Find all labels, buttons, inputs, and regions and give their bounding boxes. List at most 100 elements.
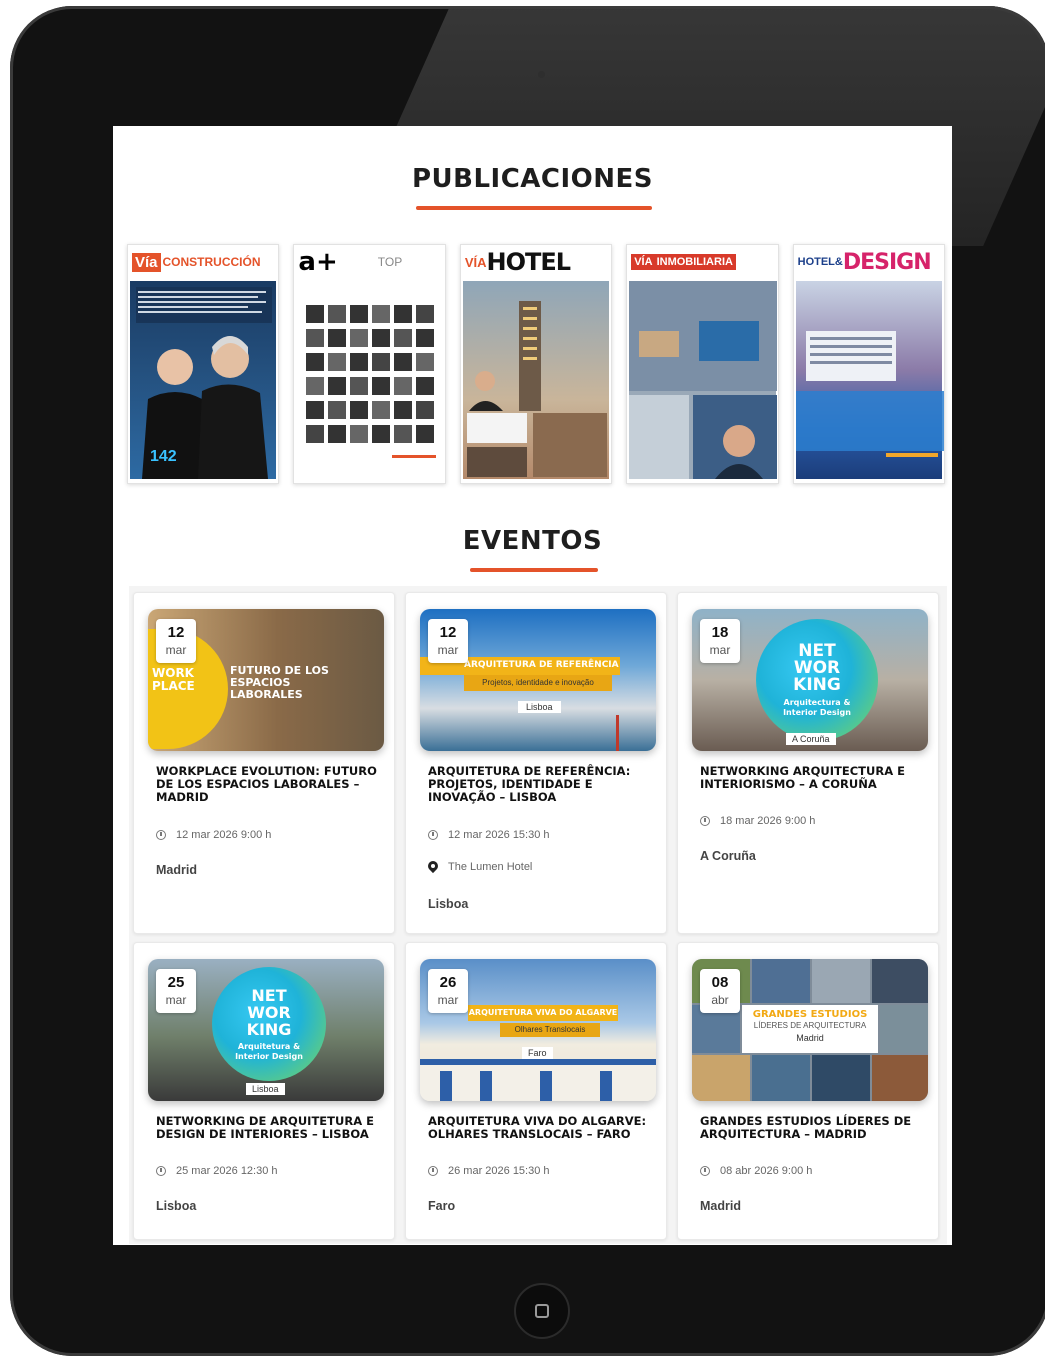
thumb-text: FUTURO DE LOS ESPACIOS LABORALES — [230, 664, 329, 701]
location-pin-icon — [428, 861, 438, 873]
date-month: mar — [437, 993, 459, 1007]
cover-image — [795, 281, 944, 479]
svg-text:142: 142 — [150, 448, 177, 465]
thumb-text: GRANDES ESTUDIOS — [752, 1009, 868, 1020]
publication-prefix: VÍA — [464, 254, 487, 270]
thumb-text: NET WOR KING — [246, 985, 292, 1039]
venue-text: The Lumen Hotel — [448, 861, 533, 873]
clock-icon — [156, 1166, 166, 1176]
thumb-subtext: LÍDERES DE ARQUITECTURA — [753, 1021, 867, 1030]
publication-header: Vía CONSTRUCCIÓN — [128, 245, 279, 279]
event-title[interactable]: GRANDES ESTUDIOS LÍDERES DE ARQUITECTURA… — [700, 1115, 925, 1141]
publication-suffix: TOP — [377, 255, 403, 269]
event-card[interactable]: NET WOR KING Arquitectura & Interior Des… — [677, 592, 939, 934]
thumb-subtext: Arquitectura & Interior Design — [783, 697, 851, 717]
publication-prefix: HOTEL& — [797, 256, 843, 268]
camera-icon — [538, 71, 545, 78]
event-title[interactable]: WORKPLACE EVOLUTION: FUTURO DE LOS ESPAC… — [156, 765, 381, 804]
publication-a-plus[interactable]: a+ TOP — [293, 244, 446, 484]
publicaciones-heading: PUBLICACIONES — [411, 164, 654, 194]
event-title[interactable]: ARQUITETURA VIVA DO ALGARVE: OLHARES TRA… — [428, 1115, 653, 1141]
thumb-subtext: Projetos, identidade e inovação — [464, 675, 612, 691]
datetime-text: 18 mar 2026 9:00 h — [720, 815, 816, 827]
thumb-place: A Coruña — [786, 733, 836, 745]
publication-suffix: INMOBILIARIA — [654, 254, 736, 270]
event-card[interactable]: ARQUITETURA VIVA DO ALGARVE Olhares Tran… — [405, 942, 667, 1240]
clock-icon — [700, 816, 710, 826]
date-month: mar — [709, 643, 731, 657]
publication-prefix: a+ — [298, 247, 338, 277]
networking-circle: NET WOR KING Arquitetura & Interior Desi… — [212, 967, 326, 1081]
cover-illustration — [629, 281, 778, 479]
date-badge: 08 abr — [700, 969, 740, 1013]
event-card[interactable]: NET WOR KING Arquitetura & Interior Desi… — [133, 942, 395, 1240]
thumb-place: Madrid — [796, 1033, 824, 1043]
eventos-underline — [470, 568, 598, 572]
datetime-text: 12 mar 2026 9:00 h — [176, 829, 272, 841]
event-datetime: 12 mar 2026 9:00 h — [156, 829, 271, 841]
date-month: mar — [437, 643, 459, 657]
event-title[interactable]: NETWORKING ARQUITECTURA E INTERIORISMO –… — [700, 765, 925, 791]
thumb-text: ARQUITETURA DE REFERÊNCIA — [464, 660, 619, 670]
event-datetime: 25 mar 2026 12:30 h — [156, 1165, 278, 1177]
event-thumbnail[interactable]: GRANDES ESTUDIOS LÍDERES DE ARQUITECTURA… — [692, 959, 928, 1101]
event-city: Madrid — [156, 863, 197, 877]
publication-header: HOTEL& DESIGN — [793, 245, 945, 279]
cover-illustration: 142 — [136, 287, 272, 479]
event-thumbnail[interactable]: NET WOR KING Arquitectura & Interior Des… — [692, 609, 928, 751]
date-day: 08 — [711, 974, 729, 991]
publication-suffix: CONSTRUCCIÓN — [162, 255, 261, 269]
publication-via-inmobiliaria[interactable]: VÍA INMOBILIARIA — [626, 244, 779, 484]
screen: PUBLICACIONES Vía CONSTRUCCIÓN 142 a+ TO… — [113, 126, 952, 1245]
event-card[interactable]: GRANDES ESTUDIOS LÍDERES DE ARQUITECTURA… — [677, 942, 939, 1240]
thumb-text: ARQUITETURA VIVA DO ALGARVE — [468, 1005, 618, 1021]
event-city: Lisboa — [156, 1199, 197, 1213]
date-badge: 26 mar — [428, 969, 468, 1013]
thumb-place: Faro — [522, 1047, 553, 1059]
date-month: mar — [165, 643, 187, 657]
thumb-subtext: Arquitetura & Interior Design — [235, 1041, 303, 1061]
publication-header: a+ TOP — [294, 245, 445, 279]
cover-image — [462, 281, 610, 479]
thumb-side-label: WORK PLACE — [152, 666, 195, 693]
cover-image — [629, 281, 778, 479]
event-datetime: 18 mar 2026 9:00 h — [700, 815, 815, 827]
date-badge: 25 mar — [156, 969, 196, 1013]
publication-hotel-design[interactable]: HOTEL& DESIGN — [792, 244, 946, 484]
event-city: Lisboa — [428, 897, 469, 911]
cover-image — [296, 281, 443, 479]
event-thumbnail[interactable]: ARQUITETURA DE REFERÊNCIA Projetos, iden… — [420, 609, 656, 751]
date-badge: 18 mar — [700, 619, 740, 663]
event-city: Faro — [428, 1199, 456, 1213]
home-button[interactable] — [514, 1283, 570, 1339]
publication-prefix: VÍA — [631, 254, 655, 270]
event-thumbnail[interactable]: NET WOR KING Arquitetura & Interior Desi… — [148, 959, 384, 1101]
event-thumbnail[interactable]: WORK PLACE FUTURO DE LOS ESPACIOS LABORA… — [148, 609, 384, 751]
event-card[interactable]: ARQUITETURA DE REFERÊNCIA Projetos, iden… — [405, 592, 667, 934]
thumb-text: NET WOR KING — [793, 640, 841, 695]
date-badge: 12 mar — [156, 619, 196, 663]
cover-illustration — [795, 331, 944, 457]
thumb-place: Lisboa — [518, 701, 561, 713]
date-day: 25 — [167, 974, 185, 991]
home-icon — [535, 1304, 549, 1318]
event-city: Madrid — [700, 1199, 741, 1213]
event-title[interactable]: ARQUITETURA DE REFERÊNCIA: PROJETOS, IDE… — [428, 765, 653, 804]
cover-illustration — [466, 301, 607, 477]
date-day: 12 — [167, 624, 185, 641]
datetime-text: 26 mar 2026 15:30 h — [448, 1165, 550, 1177]
event-datetime: 12 mar 2026 15:30 h — [428, 829, 550, 841]
publication-via-construccion[interactable]: Vía CONSTRUCCIÓN 142 — [127, 244, 280, 484]
publication-header: VÍA HOTEL — [460, 245, 612, 279]
event-card[interactable]: WORK PLACE FUTURO DE LOS ESPACIOS LABORA… — [133, 592, 395, 934]
events-grid: WORK PLACE FUTURO DE LOS ESPACIOS LABORA… — [129, 586, 947, 1244]
date-month: mar — [165, 993, 187, 1007]
clock-icon — [428, 830, 438, 840]
event-title[interactable]: NETWORKING DE ARQUITETURA E DESIGN DE IN… — [156, 1115, 381, 1141]
event-thumbnail[interactable]: ARQUITETURA VIVA DO ALGARVE Olhares Tran… — [420, 959, 656, 1101]
thumb-banner: GRANDES ESTUDIOS LÍDERES DE ARQUITECTURA… — [742, 1005, 878, 1053]
publication-via-hotel[interactable]: VÍA HOTEL — [459, 244, 613, 484]
event-city: A Coruña — [700, 849, 756, 863]
thumb-place: Lisboa — [246, 1083, 285, 1095]
event-datetime: 26 mar 2026 15:30 h — [428, 1165, 550, 1177]
